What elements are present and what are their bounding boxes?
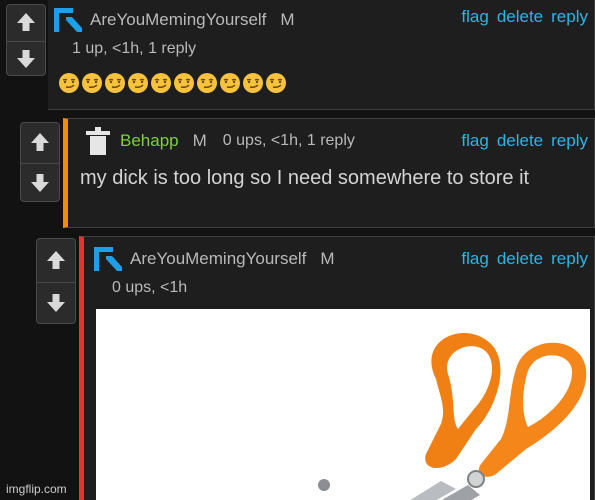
comment-meta: 0 ups, <1h <box>112 279 188 296</box>
reply-link[interactable]: reply <box>551 131 588 150</box>
user-avatar-icon <box>86 127 110 155</box>
arrow-up-icon <box>31 133 49 151</box>
smirk-emoji-icon <box>151 73 171 93</box>
arrow-down-icon <box>31 173 49 192</box>
smirk-emoji-icon <box>105 73 125 93</box>
comment-meta: 1 up, <1h, 1 reply <box>72 40 197 57</box>
comment-meta: 0 ups, <1h, 1 reply <box>222 132 355 149</box>
smirk-emoji-icon <box>174 73 194 93</box>
comment-header: Behapp M 0 ups, <1h, 1 reply <box>74 125 355 157</box>
downvote-button[interactable] <box>21 163 59 201</box>
comment-actions: flag delete reply <box>453 249 588 269</box>
arrow-down-icon <box>17 49 35 68</box>
flag-link[interactable]: flag <box>461 7 488 26</box>
smirk-emoji-icon <box>243 73 263 93</box>
vote-box <box>20 122 60 202</box>
arrow-down-icon <box>47 294 65 312</box>
comment-header: AreYouMemingYourself M <box>52 4 295 36</box>
comment-header: AreYouMemingYourself M <box>92 243 335 275</box>
comment: AreYouMemingYourself M 1 up, <1h, 1 repl… <box>48 0 595 110</box>
mod-badge: M <box>280 10 295 29</box>
smirk-emoji-icon <box>266 73 286 93</box>
smirk-emoji-icon <box>82 73 102 93</box>
comment-actions: flag delete reply <box>453 7 588 27</box>
arrow-up-icon <box>47 250 65 269</box>
comment-text: my dick is too long so I need somewhere … <box>80 167 530 189</box>
scissors-icon <box>318 332 587 500</box>
arrow-up-icon <box>17 13 35 31</box>
user-flag-icon <box>54 8 82 32</box>
delete-link[interactable]: delete <box>497 249 543 268</box>
delete-link[interactable]: delete <box>497 131 543 150</box>
screen: { "comments": [ { "username": "AreYouMem… <box>0 0 595 500</box>
downvote-button[interactable] <box>7 41 45 75</box>
delete-link[interactable]: delete <box>497 7 543 26</box>
smirk-emoji-icon <box>220 73 240 93</box>
comment: Behapp M 0 ups, <1h, 1 reply flag delete r… <box>63 118 595 228</box>
username[interactable]: Behapp <box>120 131 179 151</box>
reply-link[interactable]: reply <box>551 249 588 268</box>
smirk-emoji-icon <box>197 73 217 93</box>
flag-link[interactable]: flag <box>461 249 488 268</box>
smirk-emoji-icon <box>59 73 79 93</box>
downvote-button[interactable] <box>37 282 75 323</box>
upvote-button[interactable] <box>21 123 59 161</box>
upvote-button[interactable] <box>7 5 45 39</box>
reply-link[interactable]: reply <box>551 7 588 26</box>
vote-box <box>36 238 76 324</box>
mod-badge: M <box>192 131 207 150</box>
username[interactable]: AreYouMemingYourself <box>130 249 306 269</box>
username[interactable]: AreYouMemingYourself <box>90 10 266 30</box>
mod-badge: M <box>320 249 335 268</box>
comment-actions: flag delete reply <box>453 131 588 151</box>
vote-box <box>6 4 46 76</box>
comment: AreYouMemingYourself M 0 ups, <1h flag de… <box>79 236 595 500</box>
flag-link[interactable]: flag <box>461 131 488 150</box>
comment-image[interactable] <box>96 309 590 500</box>
watermark: imgflip.com <box>6 482 67 496</box>
upvote-button[interactable] <box>37 239 75 280</box>
user-flag-icon <box>94 247 122 271</box>
emoji-row <box>58 72 287 94</box>
smirk-emoji-icon <box>128 73 148 93</box>
